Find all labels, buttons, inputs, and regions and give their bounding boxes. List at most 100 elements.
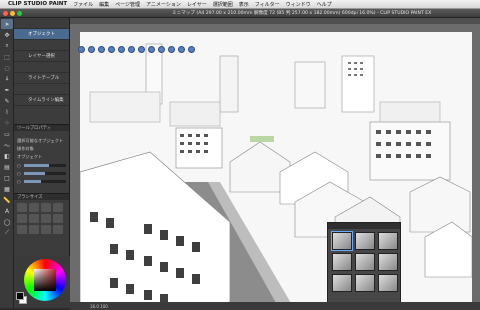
sub-tool-item-light-table[interactable]: ライトテーブル	[14, 73, 69, 84]
material-thumbnail[interactable]	[378, 253, 398, 271]
eyedropper-tool-icon[interactable]: ⍋	[1, 74, 13, 84]
brush-size-preset[interactable]	[29, 214, 39, 223]
tool-property-row[interactable]: 操作対象	[14, 145, 69, 153]
camera-flip-icon[interactable]	[148, 46, 155, 53]
brush-size-preset[interactable]	[17, 203, 27, 212]
canvas-paper[interactable]	[80, 32, 472, 310]
brush-size-preset[interactable]	[53, 203, 63, 212]
window-titlebar: ミニマップ (A4 297.00 x 210.00mm 解像度 72 (B5 判…	[0, 9, 480, 18]
correction-tool-icon[interactable]: ⟋	[1, 228, 13, 238]
property-slider-track[interactable]	[23, 163, 66, 167]
material-thumbnail[interactable]	[355, 274, 375, 292]
material-thumbnail[interactable]	[332, 274, 352, 292]
sub-tool-item-object[interactable]: オブジェクト	[14, 29, 69, 40]
camera-rotate-x-icon[interactable]	[118, 46, 125, 53]
tool-property-header: ツールプロパティ	[14, 124, 69, 131]
canvas-tab-bar	[70, 18, 480, 24]
sub-tool-item-timeline-edit[interactable]: タイムライン編集	[14, 95, 69, 106]
material-thumbnail[interactable]	[355, 232, 375, 250]
property-slider[interactable]: ○	[14, 161, 69, 169]
operation-tool-icon[interactable]: ➤	[1, 19, 13, 29]
brush-size-preset[interactable]	[29, 225, 39, 234]
sub-tool-item[interactable]	[14, 84, 69, 95]
canvas-area[interactable]	[70, 18, 480, 310]
menubar: CLIP STUDIO PAINT ファイル 編集 ページ管理 アニメーション …	[0, 0, 480, 9]
color-wheel[interactable]	[24, 259, 66, 301]
3d-camera-controls	[78, 46, 195, 53]
menu-edit[interactable]: 編集	[99, 1, 109, 8]
camera-move-icon[interactable]	[108, 46, 115, 53]
menu-file[interactable]: ファイル	[73, 1, 93, 8]
ruler-tool-icon[interactable]: 📏	[1, 195, 13, 205]
menu-filter[interactable]: フィルター	[255, 1, 280, 8]
fill-tool-icon[interactable]: ◧	[1, 151, 13, 161]
tool-property-row[interactable]: 選択可能なオブジェクト	[14, 137, 69, 145]
material-thumbnail[interactable]	[378, 274, 398, 292]
camera-light-icon[interactable]	[168, 46, 175, 53]
camera-zoom-icon[interactable]	[98, 46, 105, 53]
brush-size-preset[interactable]	[17, 225, 27, 234]
material-thumbnail[interactable]	[355, 253, 375, 271]
property-slider-track[interactable]	[23, 179, 66, 183]
camera-rotate-icon[interactable]	[78, 46, 85, 53]
balloon-tool-icon[interactable]: ◯	[1, 217, 13, 227]
brush-size-preset[interactable]	[29, 203, 39, 212]
menu-help[interactable]: ヘルプ	[317, 1, 332, 8]
material-thumbnail[interactable]	[378, 232, 398, 250]
brush-size-preset[interactable]	[41, 214, 51, 223]
menu-selection[interactable]: 選択範囲	[213, 1, 233, 8]
app-menu[interactable]: CLIP STUDIO PAINT	[8, 1, 67, 7]
tool-property-row[interactable]: オブジェクト	[14, 153, 69, 161]
property-slider-fill	[23, 163, 50, 167]
brush-size-grid	[14, 200, 69, 237]
zoom-tool-icon[interactable]: ⌕	[1, 41, 13, 51]
material-thumbnail[interactable]	[332, 253, 352, 271]
camera-settings-icon[interactable]	[188, 46, 195, 53]
brush-size-preset[interactable]	[53, 225, 63, 234]
3d-city-scene	[80, 43, 472, 310]
menu-layer[interactable]: レイヤー	[187, 1, 207, 8]
frame-tool-icon[interactable]: ▦	[1, 184, 13, 194]
minimize-window-button[interactable]	[10, 10, 15, 16]
selection-tool-icon[interactable]: ⬚	[1, 52, 13, 62]
camera-rotate-y-icon[interactable]	[128, 46, 135, 53]
menu-window[interactable]: ウィンドウ	[286, 1, 311, 8]
sub-tool-item-layer-select[interactable]: レイヤー選択	[14, 51, 69, 62]
menu-view[interactable]: 表示	[239, 1, 249, 8]
text-tool-icon[interactable]: A	[1, 206, 13, 216]
airbrush-tool-icon[interactable]: ⁘	[1, 118, 13, 128]
camera-pan-icon[interactable]	[88, 46, 95, 53]
camera-scale-icon[interactable]	[138, 46, 145, 53]
sub-tool-item[interactable]	[14, 40, 69, 51]
sub-tool-item[interactable]	[14, 62, 69, 73]
close-window-button[interactable]	[3, 10, 8, 16]
tool-property-label: 選択可能なオブジェクト	[17, 138, 64, 143]
menu-page[interactable]: ページ管理	[115, 1, 140, 8]
property-slider-track[interactable]	[23, 171, 66, 175]
lasso-tool-icon[interactable]: ◌	[1, 63, 13, 73]
sub-tool-item[interactable]	[14, 18, 69, 29]
blend-tool-icon[interactable]: 〜	[1, 140, 13, 150]
camera-reset-icon[interactable]	[158, 46, 165, 53]
gradient-tool-icon[interactable]: ▤	[1, 162, 13, 172]
figure-tool-icon[interactable]: □	[1, 173, 13, 183]
material-thumbnail[interactable]	[331, 231, 353, 251]
main-color-swatch[interactable]	[16, 292, 24, 300]
camera-ground-icon[interactable]	[178, 46, 185, 53]
brush-tool-icon[interactable]: ⌇	[1, 107, 13, 117]
menu-animation[interactable]: アニメーション	[146, 1, 181, 8]
pencil-tool-icon[interactable]: ✎	[1, 96, 13, 106]
zoom-window-button[interactable]	[17, 10, 22, 16]
property-slider[interactable]: ○	[14, 169, 69, 177]
brush-size-preset[interactable]	[53, 214, 63, 223]
tool-palette: ➤ ✥ ⌕ ⬚ ◌ ⍋ ✒ ✎ ⌇ ⁘ ▭ 〜 ◧ ▤ □ ▦ 📏 A ◯ ⟋	[0, 18, 14, 308]
color-saturation-square[interactable]	[34, 269, 56, 291]
pen-tool-icon[interactable]: ✒	[1, 85, 13, 95]
move-tool-icon[interactable]: ✥	[1, 30, 13, 40]
brush-size-preset[interactable]	[17, 214, 27, 223]
brush-size-preset[interactable]	[41, 225, 51, 234]
property-slider[interactable]: ○	[14, 177, 69, 185]
eraser-tool-icon[interactable]: ▭	[1, 129, 13, 139]
brush-size-preset[interactable]	[41, 203, 51, 212]
property-slider-fill	[23, 179, 41, 183]
